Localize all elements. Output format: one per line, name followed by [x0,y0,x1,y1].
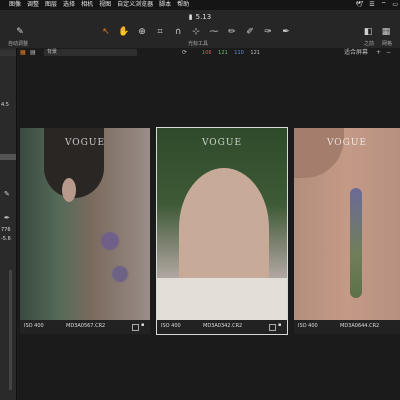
title-bar: ▮ 5.13 [0,10,400,24]
select-checkbox-1[interactable] [132,324,139,331]
eraser-tool-icon[interactable]: ✐ [244,26,256,38]
rgb-readout: 106 121 110 121 [202,48,260,58]
auto-adjust-label: 自动调整 [8,41,29,47]
document-icon: ▮ [188,13,193,21]
auto-adjust-button[interactable]: ✎ [14,26,26,38]
thumbnail-1[interactable]: VOGUE ISO 400 MD3A0567.CR2 ▪ [20,128,150,334]
caption-1: ISO 400 MD3A0567.CR2 ▪ [20,322,150,332]
photo-1-flowers [90,208,140,318]
menu-select[interactable]: 选择 [60,0,78,10]
menu-help[interactable]: 帮助 [174,0,192,10]
filename-3: MD3A0644.CR2 [340,323,380,329]
panel-scrollbar[interactable] [9,270,12,390]
zoom-in-icon[interactable]: + [376,48,381,58]
browser-bar: ▦ ▤ 背景 ⟳ 106 121 110 121 适合屏幕 + − [18,48,400,58]
select-checkbox-2[interactable] [269,324,276,331]
wifi-icon[interactable]: ⌔ [381,0,387,10]
menu-view[interactable]: 视图 [96,0,114,10]
photo-3: VOGUE [294,128,400,320]
bird-icon[interactable]: 🕊 [356,0,364,10]
menu-bar: 图像 调整 图层 选择 相机 视图 自定义浏览器 脚本 帮助 🕊 ☰ ⌔ ▭ [0,0,400,10]
caption-3: ISO 400 MD3A0644.CR2 [294,322,400,332]
toolbar: ✎ 自动调整 ↖ ✋ ⊕ ⌗ ∩ ⊹ ⁓ ✏ ✐ ✑ ✒ 光标工具 ◧ 之前 ▦… [0,24,400,49]
brush-tool-icon[interactable]: ✏ [226,26,238,38]
cursor-tool-icon[interactable]: ↖ [100,26,112,38]
cursor-tools-label: 光标工具 [188,41,209,47]
iso-1: ISO 400 [24,323,44,329]
rgb-r: 106 [202,50,212,56]
photo-2-overlay-text: VOGUE [201,138,243,148]
iso-2: ISO 400 [161,323,181,329]
before-label: 之前 [364,41,375,47]
badge-icon-1: ▪ [141,322,145,328]
panel-value-2: 776 [1,227,11,233]
panel-highlight [0,154,16,160]
status-area: 🕊 ☰ ⌔ ▭ [356,0,398,10]
filename-1: MD3A0567.CR2 [66,323,106,329]
left-tool-panel: 4.5 ✎ ✒ 776 -5.6 [0,48,17,400]
photo-3-flower-stem [350,188,362,298]
photo-3-overlay-text: VOGUE [326,138,368,148]
menu-script[interactable]: 脚本 [156,0,174,10]
badge-icon-2: ▪ [278,322,282,328]
view-list-icon[interactable]: ▤ [30,48,36,58]
folder-dropdown[interactable]: 背景 [44,49,137,56]
rgb-a: 121 [250,50,260,56]
rotate-tool-icon[interactable]: ∩ [172,26,184,38]
battery-icon[interactable]: ▭ [392,0,398,10]
photo-3-chin [294,128,344,178]
panel-value-1: 4.5 [1,102,9,108]
zoom-tool-icon[interactable]: ⊕ [136,26,148,38]
menu-custom-browser[interactable]: 自定义浏览器 [114,0,156,10]
folder-dropdown-label: 背景 [47,49,58,55]
menu-icon[interactable]: ☰ [369,0,374,10]
photo-2-collar [157,278,287,320]
view-grid-icon[interactable]: ▦ [20,48,26,58]
menu-layer[interactable]: 图层 [42,0,60,10]
zoom-out-icon[interactable]: − [386,48,391,58]
panel-value-3: -5.6 [1,236,11,242]
crop-tool-icon[interactable]: ⌗ [154,26,166,38]
rgb-g: 121 [218,50,228,56]
pan-tool-icon[interactable]: ✋ [118,26,130,38]
photo-1-overlay-text: VOGUE [64,138,106,148]
rgb-b: 110 [234,50,244,56]
menu-camera[interactable]: 相机 [78,0,96,10]
thumbnail-2[interactable]: VOGUE ISO 400 MD3A0342.CR2 ▪ [156,127,288,335]
menu-image[interactable]: 图像 [6,0,24,10]
grid-button[interactable]: ▦ [380,26,392,38]
dropper-icon[interactable]: ✒ [4,214,10,222]
picker-tool-icon[interactable]: ✒ [280,26,292,38]
pen-icon[interactable]: ✎ [4,190,10,198]
panel-header [0,50,16,56]
photo-1-ear [62,178,76,202]
zoom-label[interactable]: 适合屏幕 [344,48,368,58]
refresh-icon[interactable]: ⟳ [182,48,187,58]
keystone-tool-icon[interactable]: ⊹ [190,26,202,38]
photo-2: VOGUE [157,128,287,320]
menu-adjust[interactable]: 调整 [24,0,42,10]
caption-2: ISO 400 MD3A0342.CR2 ▪ [157,322,287,332]
gradient-tool-icon[interactable]: ✑ [262,26,274,38]
window-title: 5.13 [195,13,212,21]
spot-tool-icon[interactable]: ⁓ [208,26,220,38]
photo-1: VOGUE [20,128,150,320]
thumbnail-3[interactable]: VOGUE ISO 400 MD3A0644.CR2 [294,128,400,334]
before-button[interactable]: ◧ [362,26,374,38]
grid-label: 网格 [382,41,393,47]
iso-3: ISO 400 [298,323,318,329]
photo-2-neck [179,168,269,288]
filename-2: MD3A0342.CR2 [203,323,243,329]
